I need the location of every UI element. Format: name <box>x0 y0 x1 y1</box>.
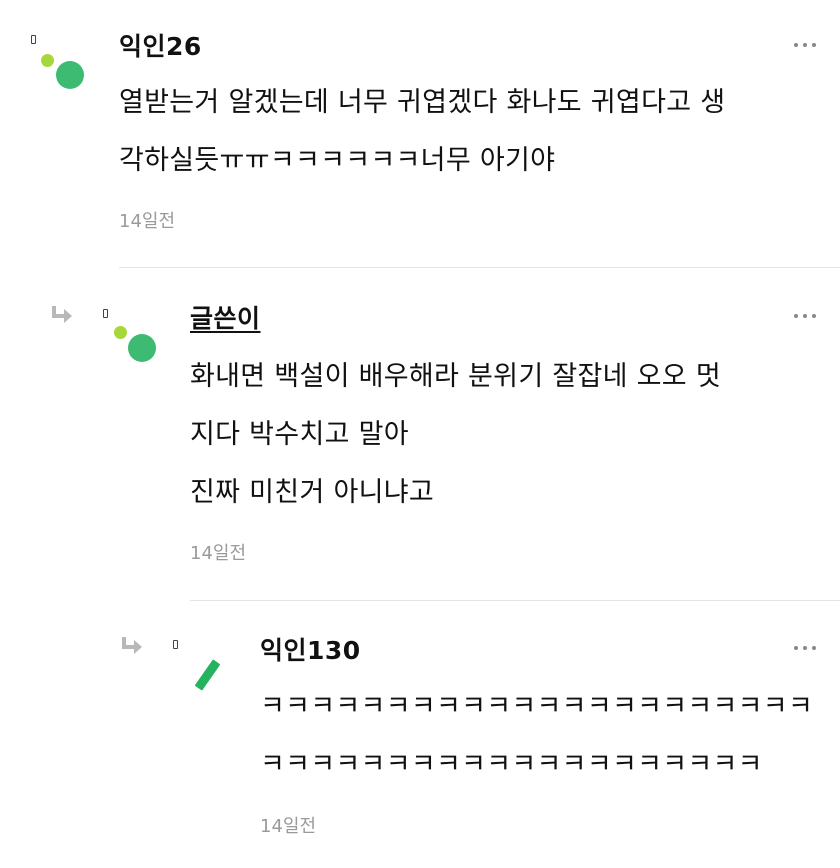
more-options-icon[interactable] <box>794 645 816 651</box>
avatar-dot-big[interactable] <box>128 334 156 362</box>
comment-author[interactable]: 글쓴이 <box>190 306 261 331</box>
reply-arrow-icon <box>52 306 72 323</box>
badge-icon <box>31 35 36 44</box>
more-options-icon[interactable] <box>794 313 816 319</box>
comment-divider <box>119 267 840 268</box>
avatar-dot-small <box>114 326 127 339</box>
comment-text-line: 화내면 백설이 배우해라 분위기 잘잡네 오오 멋 <box>190 361 721 392</box>
comment-text-line: 각하실듯ㅠㅠㅋㅋㅋㅋㅋㅋ너무 아기야 <box>119 145 556 176</box>
avatar-dot-big[interactable] <box>56 61 84 89</box>
comment-text-line: ㅋㅋㅋㅋㅋㅋㅋㅋㅋㅋㅋㅋㅋㅋㅋㅋㅋㅋㅋㅋㅋㅋ <box>260 691 814 722</box>
badge-icon <box>173 640 178 649</box>
avatar-dot-small <box>41 54 54 67</box>
comment-text-line: 지다 박수치고 말아 <box>190 419 409 450</box>
badge-icon <box>103 309 108 318</box>
comment-text-line: ㅋㅋㅋㅋㅋㅋㅋㅋㅋㅋㅋㅋㅋㅋㅋㅋㅋㅋㅋㅋ <box>260 749 763 780</box>
comment-author[interactable]: 익인26 <box>119 34 202 59</box>
comment-author[interactable]: 익인130 <box>260 638 361 663</box>
comment-time: 14일전 <box>119 211 176 232</box>
slash-avatar-icon[interactable] <box>194 659 221 691</box>
comment-text-line: 진짜 미친거 아니냐고 <box>190 477 435 508</box>
comment-divider <box>190 600 840 601</box>
comment-time: 14일전 <box>260 816 317 837</box>
comment-time: 14일전 <box>190 543 247 564</box>
reply-arrow-icon <box>122 637 142 654</box>
comment-text-line: 열받는거 알겠는데 너무 귀엽겠다 화나도 귀엽다고 생 <box>119 87 726 118</box>
more-options-icon[interactable] <box>794 42 816 48</box>
